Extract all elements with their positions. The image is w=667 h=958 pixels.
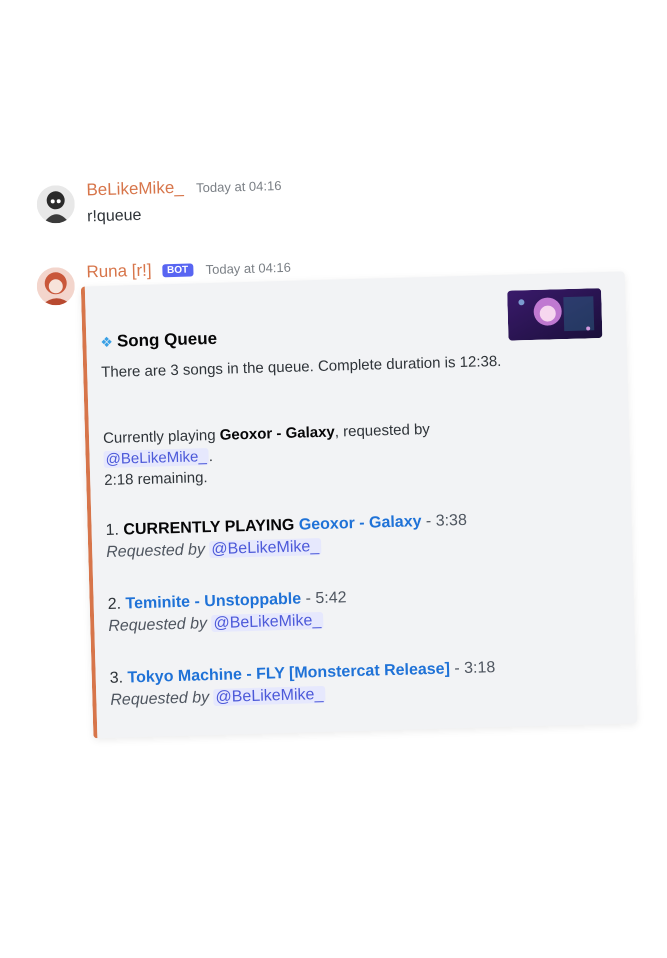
song-duration: - 3:18 [454,659,496,678]
user-avatar[interactable] [36,184,76,224]
song-link[interactable]: Teminite - Unstoppable [125,591,301,613]
song-queue-embed: ❖ Song Queue There are 3 songs in the que… [80,271,638,739]
currently-playing-tag: CURRENTLY PLAYING [123,516,295,539]
embed-thumbnail[interactable] [507,288,603,341]
now-playing: Currently playing Geoxor - Galaxy, reque… [102,420,431,490]
timestamp: Today at 04:16 [205,259,292,278]
bot-avatar[interactable] [36,266,76,306]
diamond-icon: ❖ [100,333,114,351]
user-mention[interactable]: @BeLikeMike_ [213,685,326,707]
user-mention[interactable]: @BeLikeMike_ [103,448,209,469]
user-message: BeLikeMike_ Today at 04:16 r!queue [30,159,650,225]
user-mention[interactable]: @BeLikeMike_ [211,611,324,633]
now-playing-song: Geoxor - Galaxy [219,423,336,444]
song-duration: - 3:38 [425,511,468,531]
song-link[interactable]: Tokyo Machine - FLY [Monstercat Release] [127,660,450,686]
queue-item: 1. CURRENTLY PLAYING Geoxor - Galaxy - 3… [105,511,468,561]
user-mention[interactable]: @BeLikeMike_ [209,537,322,559]
queue-item: 3. Tokyo Machine - FLY [Monstercat Relea… [109,659,496,709]
song-duration: - 5:42 [305,589,347,608]
username[interactable]: Runa [r!] [86,261,152,282]
user-message-header: BeLikeMike_ Today at 04:16 [86,175,282,200]
bot-message: Runa [r!] BOT Today at 04:16 ❖ Song Queu… [30,241,650,739]
song-link[interactable]: Geoxor - Galaxy [299,513,422,533]
bot-tag: BOT [161,263,194,278]
timestamp: Today at 04:16 [195,177,282,196]
bot-message-header: Runa [r!] BOT Today at 04:16 [86,257,291,283]
remaining-time: 2:18 remaining. [104,469,208,490]
username[interactable]: BeLikeMike_ [86,178,184,200]
queue-item: 2. Teminite - Unstoppable - 5:42 Request… [107,589,347,635]
chat-scene: BeLikeMike_ Today at 04:16 r!queue Runa … [0,0,667,958]
queue-summary: There are 3 songs in the queue. Complete… [100,352,502,382]
embed-title: ❖ Song Queue [100,328,218,351]
message-content: r!queue [86,206,142,226]
